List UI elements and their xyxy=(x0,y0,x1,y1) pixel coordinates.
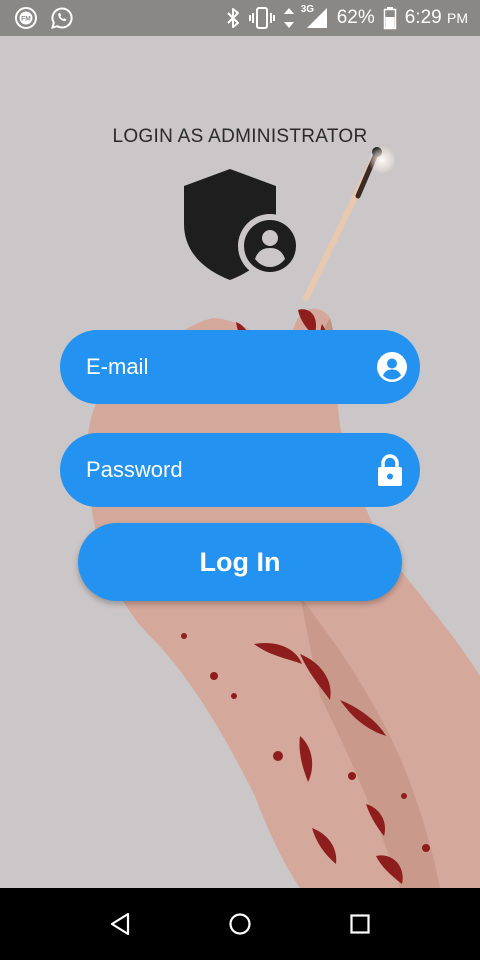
login-button[interactable]: Log In xyxy=(78,523,402,601)
fm-radio-icon: FM xyxy=(14,6,38,30)
bluetooth-icon xyxy=(225,6,241,30)
back-icon[interactable] xyxy=(96,900,144,948)
home-icon[interactable] xyxy=(216,900,264,948)
password-field[interactable] xyxy=(60,433,420,507)
login-screen: FM 3G 62% 6:29 PM LOGIN AS ADMINISTRATOR… xyxy=(0,0,480,960)
vibrate-icon xyxy=(248,6,275,30)
email-input[interactable] xyxy=(84,353,376,381)
data-arrows-icon xyxy=(283,6,295,30)
clock: 6:29 PM xyxy=(404,7,468,28)
account-circle-icon xyxy=(376,351,408,383)
battery-percent: 62% xyxy=(336,7,375,28)
navigation-bar xyxy=(0,888,480,960)
svg-text:FM: FM xyxy=(21,16,30,23)
admin-shield-icon xyxy=(180,166,302,284)
status-bar: FM 3G 62% 6:29 PM xyxy=(0,0,480,36)
whatsapp-icon xyxy=(50,6,74,30)
signal-icon: 3G xyxy=(301,4,329,30)
page-title: LOGIN AS ADMINISTRATOR xyxy=(112,126,368,147)
battery-icon xyxy=(383,6,397,30)
lock-icon xyxy=(376,454,404,486)
password-input[interactable] xyxy=(84,456,376,484)
recents-icon[interactable] xyxy=(336,900,384,948)
email-field[interactable] xyxy=(60,330,420,404)
